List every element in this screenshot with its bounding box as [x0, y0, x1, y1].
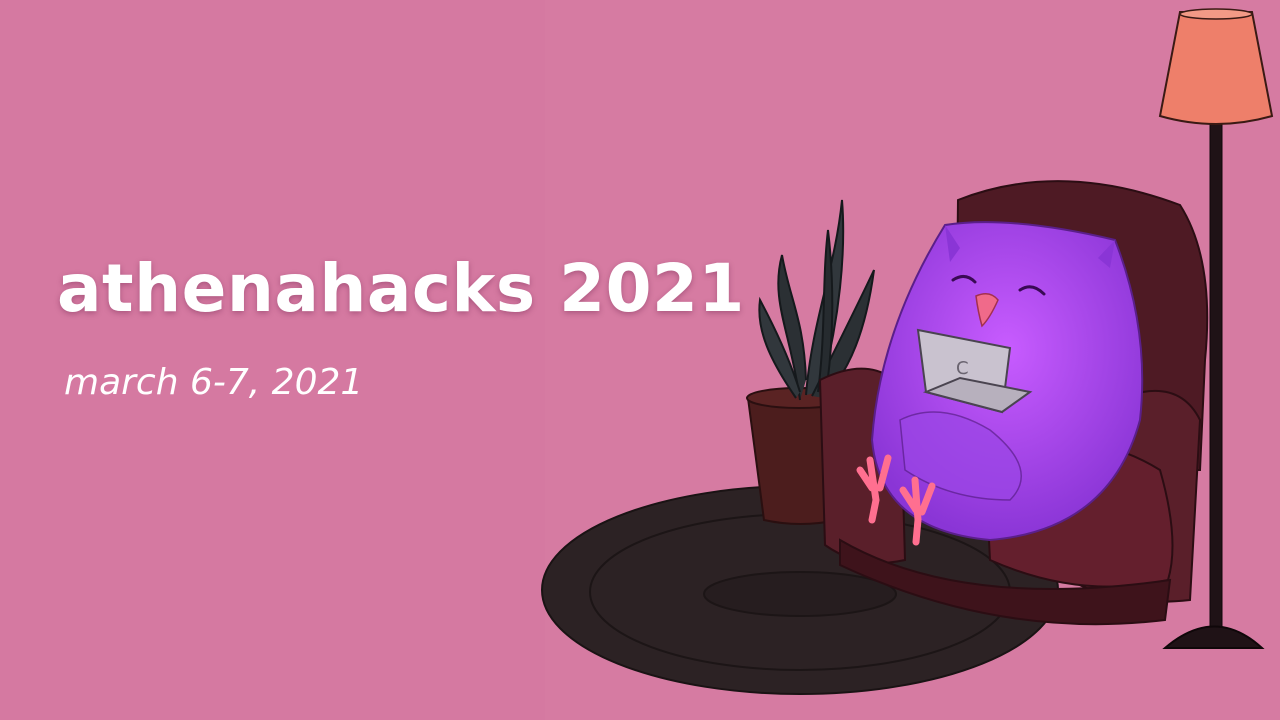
owl-illustration: C — [541, 8, 1274, 695]
page-title: athenahacks 2021 — [57, 250, 745, 327]
event-date: march 6-7, 2021 — [64, 362, 364, 403]
laptop-logo: C — [956, 358, 969, 379]
